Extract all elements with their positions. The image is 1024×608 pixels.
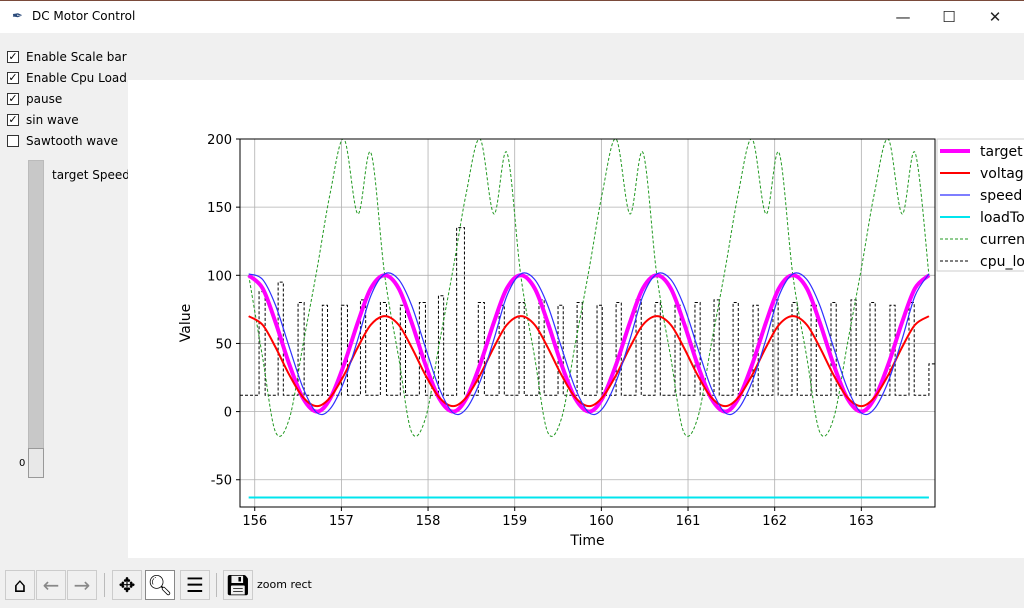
x-tick-label: 161 [676,514,701,529]
series-group [240,139,935,499]
toolbar-status: zoom rect [257,578,312,591]
toolbar-separator [216,573,217,597]
slider-handle[interactable] [28,448,44,478]
checkbox-sawtooth-wave[interactable]: Sawtooth wave [7,133,118,149]
checkbox-label: Enable Cpu Load [26,71,127,85]
x-tick-label: 158 [416,514,441,529]
back-button[interactable]: ← [36,570,66,600]
y-tick-label: 100 [207,269,232,284]
magnifier-icon: 🔍︎ [147,573,173,597]
axes-frame [239,138,936,508]
floppy-disk-icon: 💾︎ [225,573,251,597]
checkbox-box[interactable]: ✓ [7,93,19,105]
checkbox-enable-cpu-load[interactable]: ✓ Enable Cpu Load [7,70,127,86]
checkbox-label: Sawtooth wave [26,134,118,148]
x-tick-label: 156 [242,514,267,529]
x-tick-label: 159 [502,514,527,529]
maximize-button[interactable]: ☐ [926,1,972,34]
series-curren [248,139,930,437]
x-tick-label: 160 [589,514,614,529]
minimize-button[interactable]: — [880,1,926,34]
arrow-right-icon: → [73,573,91,597]
legend: target voltag speed loadTo curren cpu_lo [936,138,1024,272]
save-button[interactable]: 💾︎ [223,570,253,600]
y-tick-label: -50 [211,474,232,489]
checkbox-pause[interactable]: ✓ pause [7,91,62,107]
legend-label: cpu_lo [980,254,1024,270]
sliders-icon: ☰ [186,573,204,597]
target-speed-slider[interactable] [28,160,44,478]
x-tick-label: 163 [849,514,874,529]
x-axis-label: Time [569,533,604,549]
checkbox-box[interactable]: ✓ [7,72,19,84]
chart: 156 157 158 159 160 161 162 163 -50 0 50 100 150 200 T… [178,133,1024,549]
toolbar-separator [104,573,105,597]
y-tick-label: 50 [215,337,232,352]
configure-subplots-button[interactable]: ☰ [180,570,210,600]
slider-label: target Speed [52,168,130,182]
pan-button[interactable]: ✥ [112,570,142,600]
plot-figure: 156 157 158 159 160 161 162 163 -50 0 50 100 150 200 T… [128,80,1024,558]
checkbox-box[interactable] [7,135,19,147]
checkbox-enable-scale-bar[interactable]: ✓ Enable Scale bar [7,49,127,65]
y-tick-label: 150 [207,201,232,216]
legend-label: voltag [980,166,1024,182]
checkbox-sin-wave[interactable]: ✓ sin wave [7,112,79,128]
x-tick-label: 162 [762,514,787,529]
y-tick-label: 200 [207,133,232,148]
window-title: DC Motor Control [32,9,136,23]
zoom-button[interactable]: 🔍︎ [145,570,175,600]
checkbox-box[interactable]: ✓ [7,51,19,63]
y-axis-label: Value [178,304,194,342]
slider-value: 0 [19,458,26,469]
checkbox-box[interactable]: ✓ [7,114,19,126]
legend-label: loadTo [980,210,1024,226]
arrow-left-icon: ← [42,573,60,597]
legend-label: target [980,144,1023,160]
home-button[interactable]: ⌂ [5,570,35,600]
close-button[interactable]: ✕ [972,1,1018,34]
home-icon: ⌂ [13,573,27,597]
y-tick-label: 0 [224,406,232,421]
forward-button[interactable]: → [67,570,97,600]
x-tick-label: 157 [329,514,354,529]
checkbox-label: Enable Scale bar [26,50,127,64]
feather-icon: ✒ [12,9,23,24]
title-bar: ✒ DC Motor Control — ☐ ✕ [0,0,1024,33]
legend-label: speed [980,188,1022,204]
checkbox-label: pause [26,92,63,106]
move-icon: ✥ [118,573,136,597]
checkbox-label: sin wave [26,113,79,127]
legend-label: curren [980,232,1024,248]
